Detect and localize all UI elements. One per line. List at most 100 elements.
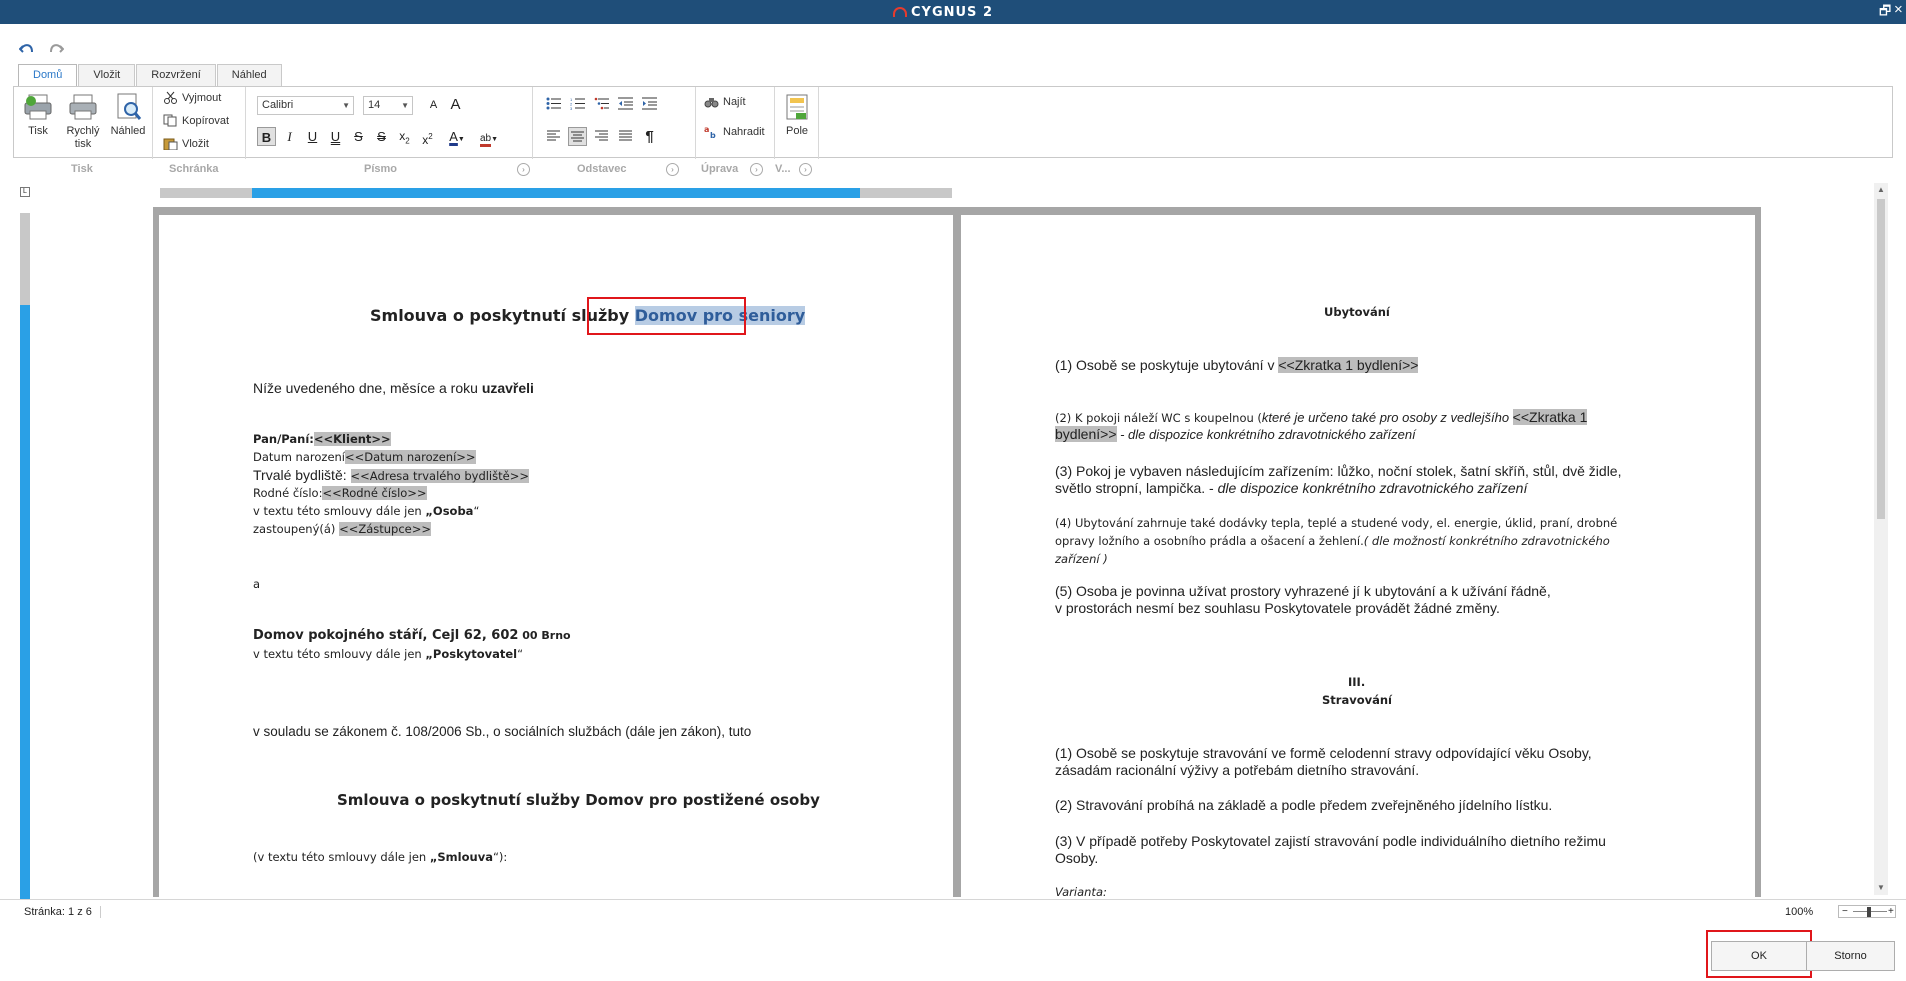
align-right-icon[interactable] — [592, 127, 611, 146]
shrink-font-icon[interactable]: A — [424, 96, 443, 115]
zoom-in-icon[interactable]: + — [1888, 906, 1894, 917]
group-label-editing: Úprava — [701, 163, 739, 175]
client-line: Pan/Paní:<<Klient>> — [253, 432, 391, 446]
osoba-line: v textu této smlouvy dále jen „Osoba“ — [253, 504, 480, 518]
field-button[interactable]: Pole — [775, 92, 819, 138]
copy-button[interactable]: Kopírovat — [163, 114, 229, 127]
selected-text-highlight-box — [587, 297, 746, 335]
multilevel-list-icon[interactable] — [592, 96, 611, 115]
scroll-down-icon[interactable]: ▼ — [1874, 881, 1888, 895]
provider-name: Domov pokojného stáří, Cejl 62, 602 00 B… — [253, 628, 571, 643]
font-size-select[interactable]: 14 ▼ — [363, 96, 413, 115]
zoom-slider[interactable]: − + — [1838, 905, 1896, 918]
tab-preview[interactable]: Náhled — [216, 64, 282, 86]
preview-icon — [117, 93, 142, 120]
and-line: a — [253, 577, 261, 591]
redo-icon[interactable] — [48, 40, 65, 61]
tab-stop-selector[interactable]: L — [20, 187, 30, 197]
clipboard-group: Vyjmout Kopírovat Vložit — [153, 87, 246, 159]
undo-icon[interactable] — [18, 40, 35, 61]
replace-button[interactable]: ab Nahradit — [704, 125, 765, 138]
paragraph-dialog-launcher-icon[interactable]: › — [666, 163, 679, 176]
editing-group: Najít ab Nahradit — [696, 87, 775, 159]
cancel-button[interactable]: Storno — [1806, 941, 1895, 971]
superscript-button[interactable]: x2 — [418, 127, 437, 147]
italic-button[interactable]: I — [280, 127, 299, 146]
tab-insert[interactable]: Vložit — [78, 64, 136, 86]
placeholder-client[interactable]: <<Klient>> — [313, 432, 391, 446]
accommodation-2-line2: bydlení>> - dle dispozice konkrétního zd… — [1055, 426, 1416, 442]
document-canvas[interactable]: Smlouva o poskytnutí služby Domov pro se… — [153, 207, 1761, 897]
accommodation-4-line3: zařízení ) — [1055, 552, 1108, 566]
accommodation-4-line2: opravy ložního a osobního prádla a ošace… — [1055, 534, 1610, 548]
align-left-icon[interactable] — [544, 127, 563, 146]
placeholder-idnum[interactable]: <<Rodné číslo>> — [322, 486, 427, 500]
fields-dialog-launcher-icon[interactable]: › — [799, 163, 812, 176]
cygnus-logo-icon — [893, 7, 907, 17]
ribbon: Tisk Rychlý tisk Náhled Vyjmout Kopírova… — [13, 86, 1893, 159]
find-button[interactable]: Najít — [704, 95, 746, 108]
meals-1-line1: (1) Osobě se poskytuje stravování ve for… — [1055, 745, 1592, 761]
fields-group: Pole — [775, 87, 819, 159]
bold-button[interactable]: B — [257, 127, 276, 146]
double-strikethrough-button[interactable]: S — [372, 127, 391, 146]
placeholder-housing-2b[interactable]: bydlení>> — [1055, 426, 1117, 442]
placeholder-housing-1[interactable]: <<Zkratka 1 bydlení>> — [1278, 357, 1419, 373]
underline-button[interactable]: U — [303, 127, 322, 146]
editing-dialog-launcher-icon[interactable]: › — [750, 163, 763, 176]
dob-line: Datum narození<<Datum narození>> — [253, 450, 476, 464]
ok-button-highlight-box — [1706, 930, 1812, 978]
zoom-slider-thumb[interactable] — [1867, 907, 1871, 917]
grow-font-icon[interactable]: A — [446, 95, 465, 114]
strikethrough-button[interactable]: S — [349, 127, 368, 146]
pilcrow-icon[interactable]: ¶ — [640, 127, 659, 146]
font-group: Calibri ▼ 14 ▼ A A B I U U S S x2 x2 A▼ ab… — [246, 87, 533, 159]
svg-text:b: b — [710, 131, 716, 138]
tab-layout[interactable]: Rozvržení — [136, 64, 216, 86]
accommodation-4-line1: (4) Ubytování zahrnuje také dodávky tepl… — [1055, 516, 1618, 530]
zoom-out-icon[interactable]: − — [1842, 906, 1848, 917]
quick-print-button[interactable]: Rychlý tisk — [61, 92, 105, 151]
subscript-button[interactable]: x2 — [395, 127, 414, 146]
section-3-title: Stravování — [1322, 693, 1392, 707]
document-page-1[interactable]: Smlouva o poskytnutí služby Domov pro se… — [159, 215, 953, 897]
bullet-list-icon[interactable] — [544, 96, 563, 115]
scissors-icon — [164, 91, 177, 104]
font-color-button[interactable]: A▼ — [444, 127, 470, 146]
double-underline-button[interactable]: U — [326, 127, 345, 146]
tab-home[interactable]: Domů — [18, 64, 78, 87]
close-window-button[interactable]: × — [1894, 2, 1903, 17]
print-preview-button[interactable]: Náhled — [106, 92, 150, 138]
justify-icon[interactable] — [616, 127, 635, 146]
document-page-2[interactable]: Ubytování (1) Osobě se poskytuje ubytová… — [961, 215, 1755, 897]
group-label-print: Tisk — [71, 163, 93, 175]
placeholder-residence[interactable]: <<Adresa trvalého bydliště>> — [350, 469, 529, 483]
decrease-indent-icon[interactable] — [616, 96, 635, 115]
scrollbar-thumb[interactable] — [1877, 199, 1885, 519]
print-button[interactable]: Tisk — [16, 92, 60, 138]
horizontal-ruler[interactable] — [160, 188, 952, 198]
accommodation-5-line1: (5) Osoba je povinna užívat prostory vyh… — [1055, 583, 1551, 599]
accommodation-5-line2: v prostorách nesmí bez souhlasu Poskytov… — [1055, 600, 1500, 616]
vertical-ruler[interactable] — [20, 213, 30, 900]
scroll-up-icon[interactable]: ▲ — [1874, 183, 1888, 197]
meals-3-line1: (3) V případě potřeby Poskytovatel zajis… — [1055, 833, 1606, 849]
placeholder-housing-2a[interactable]: <<Zkratka 1 — [1512, 409, 1588, 425]
group-label-clipboard: Schránka — [169, 163, 219, 175]
accommodation-3-line1: (3) Pokoj je vybaven následujícím zaříze… — [1055, 463, 1622, 479]
placeholder-representative[interactable]: <<Zástupce>> — [339, 522, 432, 536]
increase-indent-icon[interactable] — [640, 96, 659, 115]
numbered-list-icon[interactable]: 123 — [568, 96, 587, 115]
ribbon-tabs: Domů Vložit Rozvržení Náhled — [18, 64, 283, 87]
align-center-icon[interactable] — [568, 127, 587, 146]
restore-window-button[interactable]: 🗗 — [1879, 4, 1891, 18]
paste-button[interactable]: Vložit — [163, 137, 209, 150]
cut-button[interactable]: Vyjmout — [163, 91, 221, 104]
placeholder-dob[interactable]: <<Datum narození>> — [345, 450, 476, 464]
replace-icon: ab — [704, 125, 716, 138]
font-family-select[interactable]: Calibri ▼ — [257, 96, 354, 115]
highlight-color-button[interactable]: ab▼ — [474, 127, 504, 147]
document-scrollbar[interactable]: ▲ ▼ — [1874, 183, 1888, 895]
font-dialog-launcher-icon[interactable]: › — [517, 163, 530, 176]
status-bar: Stránka: 1 z 6 100% − + — [0, 899, 1906, 923]
